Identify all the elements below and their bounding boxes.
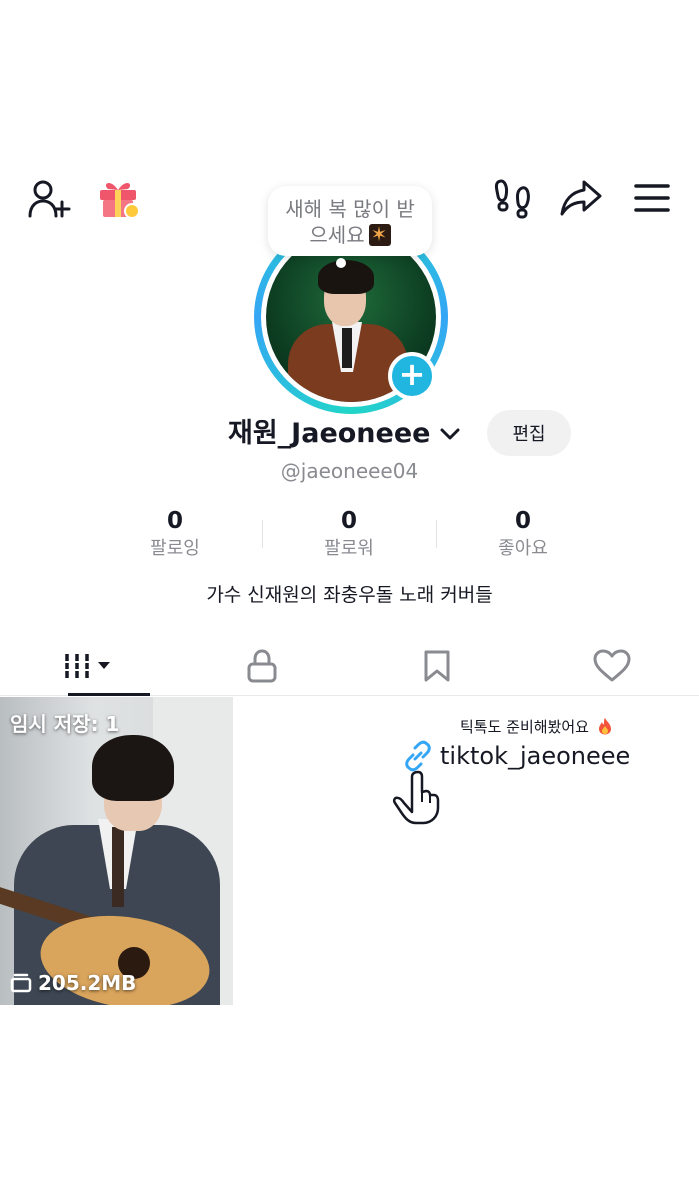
add-story-button[interactable]: + — [388, 352, 436, 400]
stat-label: 팔로잉 — [150, 538, 200, 559]
active-tab-indicator — [68, 693, 150, 696]
stat-value: 0 — [514, 508, 531, 534]
stat-value: 0 — [166, 508, 183, 534]
heart-icon — [593, 649, 631, 681]
profile-tabs — [0, 636, 699, 696]
note-text-line2: 으세요 — [309, 223, 365, 247]
tile-tie — [112, 827, 124, 907]
stat-value: 0 — [340, 508, 357, 534]
annotation-caption: 틱톡도 준비해봤어요 — [460, 718, 589, 736]
avatar-hair — [318, 260, 374, 294]
gift-icon[interactable] — [96, 174, 142, 220]
username: @jaeoneee04 — [280, 459, 419, 483]
bio: 가수 신재원의 좌충우돌 노래 커버들 — [206, 584, 493, 606]
stat-likes[interactable]: 0 좋아요 — [436, 506, 610, 566]
storage-icon — [10, 973, 32, 993]
tab-videos[interactable] — [0, 636, 175, 696]
chevron-down-icon[interactable] — [438, 422, 462, 446]
annotation-caption-wrap: 틱톡도 준비해봤어요 — [460, 716, 613, 738]
pointing-hand-icon — [392, 770, 440, 825]
tab-saved[interactable] — [350, 636, 525, 695]
stat-followers[interactable]: 0 팔로워 — [262, 506, 436, 566]
note-text-line2-wrap: 으세요 — [268, 222, 432, 248]
menu-icon[interactable] — [632, 180, 672, 216]
tiktok-link-text: tiktok_jaeoneee — [440, 742, 631, 770]
tab-private[interactable] — [175, 636, 350, 695]
stats-row: 0 팔로잉 0 팔로워 0 좋아요 — [88, 506, 610, 566]
footprint-icon[interactable] — [492, 176, 532, 220]
drafts-tile[interactable] — [0, 697, 233, 1005]
videos-grid-icon — [62, 653, 111, 678]
add-user-icon[interactable] — [26, 176, 72, 222]
stat-label: 좋아요 — [498, 538, 548, 559]
edit-profile-button[interactable]: 편집 — [487, 410, 571, 456]
display-name[interactable]: 재원_Jaeoneee — [228, 414, 430, 454]
drafts-size-row: 205.2MB — [10, 970, 136, 996]
note-bubble[interactable]: 새해 복 많이 받 으세요 — [268, 186, 432, 256]
firework-icon — [368, 224, 391, 246]
tile-hair — [92, 735, 174, 801]
bookmark-icon — [424, 650, 450, 681]
avatar-tie — [342, 328, 352, 368]
drafts-size: 205.2MB — [38, 971, 137, 995]
note-text-line1: 새해 복 많이 받 — [285, 197, 415, 221]
fire-icon — [598, 718, 611, 735]
note-bubble-tail — [336, 258, 346, 268]
profile-page: + 새해 복 많이 받 으세요 재원_Jaeoneee 편집 @jaeoneee… — [0, 0, 699, 1200]
share-icon[interactable] — [558, 178, 604, 218]
stat-label: 팔로워 — [324, 538, 374, 559]
tab-liked[interactable] — [524, 636, 699, 695]
lock-icon — [247, 648, 277, 682]
drafts-label: 임시 저장: 1 — [10, 712, 120, 736]
stat-following[interactable]: 0 팔로잉 — [88, 506, 262, 566]
